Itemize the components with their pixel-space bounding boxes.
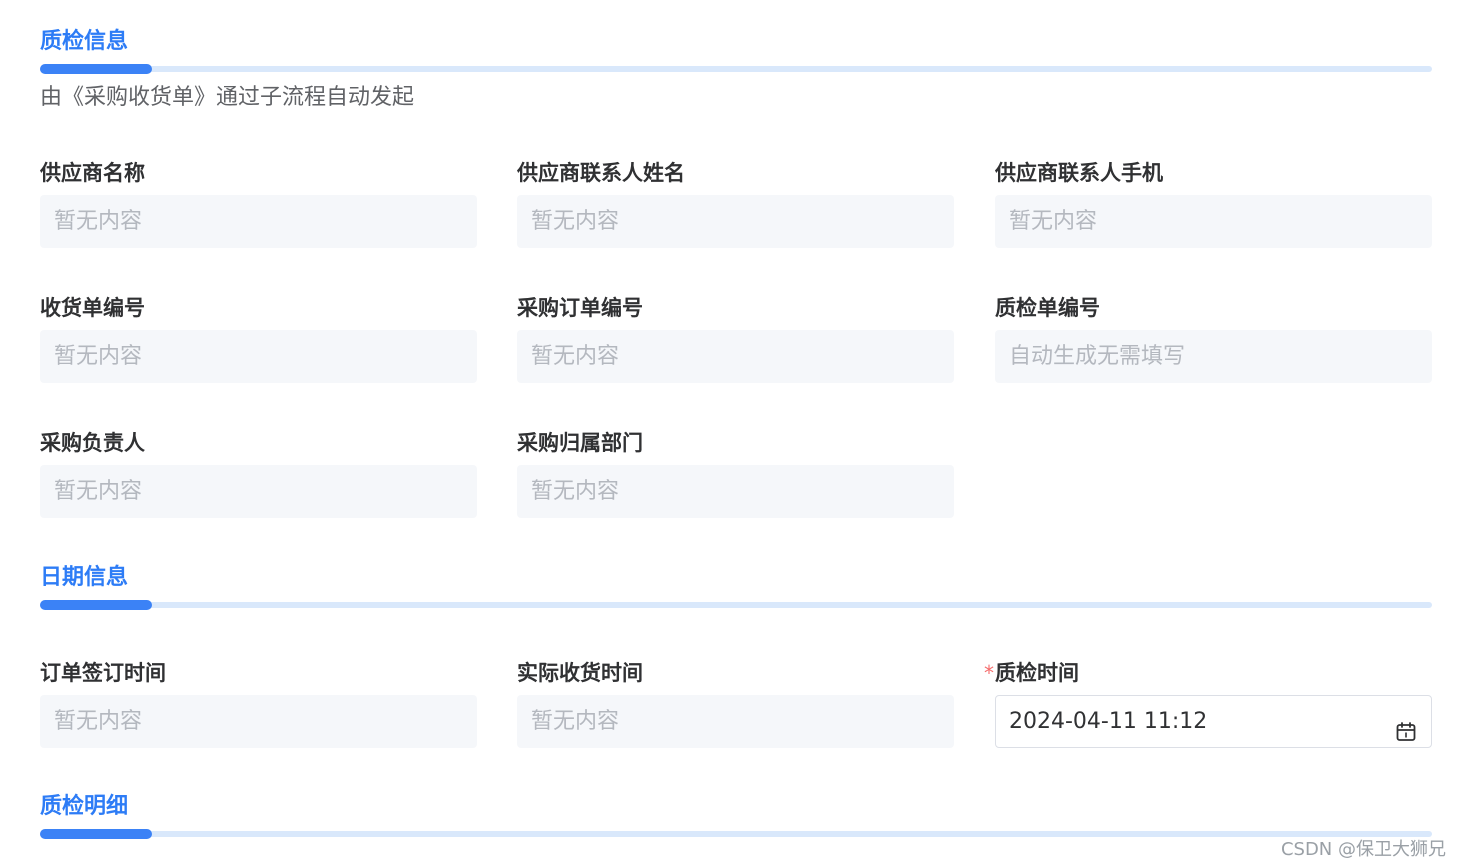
qc-time-value: 2024-04-11 11:12 [1009, 709, 1208, 734]
field-label: 实际收货时间 [517, 661, 643, 685]
field-label-text: 质检时间 [995, 661, 1079, 685]
order-sign-time-input: 暂无内容 [40, 695, 477, 748]
purchase-order-no-input: 暂无内容 [517, 330, 954, 383]
qc-no-input: 自动生成无需填写 [995, 330, 1432, 383]
calendar-icon[interactable] [1395, 711, 1417, 741]
supplier-name-input: 暂无内容 [40, 195, 477, 248]
field-label: 供应商联系人姓名 [517, 161, 685, 185]
section-description: 由《采购收货单》通过子流程自动发起 [40, 85, 415, 110]
field-label: 供应商联系人手机 [995, 161, 1163, 185]
section-divider [40, 66, 1432, 72]
section-divider-accent [40, 829, 152, 839]
actual-receipt-time-input: 暂无内容 [517, 695, 954, 748]
section-divider [40, 831, 1432, 837]
field-label: 采购负责人 [40, 431, 145, 455]
field-label: 收货单编号 [40, 296, 145, 320]
qc-time-datetime-picker[interactable]: 2024-04-11 11:12 [995, 695, 1432, 748]
receipt-no-input: 暂无内容 [40, 330, 477, 383]
field-label: 质检单编号 [995, 296, 1100, 320]
watermark: CSDN @保卫大狮兄 [1280, 839, 1446, 860]
supplier-contact-phone-input: 暂无内容 [995, 195, 1432, 248]
field-label: 采购归属部门 [517, 431, 643, 455]
section-title-date-info: 日期信息 [40, 565, 129, 590]
field-label: 订单签订时间 [40, 661, 166, 685]
section-divider [40, 602, 1432, 608]
section-title-qc-info: 质检信息 [40, 29, 129, 54]
required-asterisk: * [984, 661, 994, 685]
section-title-qc-detail: 质检明细 [40, 794, 129, 819]
supplier-contact-name-input: 暂无内容 [517, 195, 954, 248]
section-divider-accent [40, 600, 152, 610]
section-divider-accent [40, 64, 152, 74]
purchaser-input: 暂无内容 [40, 465, 477, 518]
qc-form-page: 质检信息 由《采购收货单》通过子流程自动发起 供应商名称 暂无内容 供应商联系人… [0, 0, 1462, 868]
field-label: 采购订单编号 [517, 296, 643, 320]
purchase-dept-input: 暂无内容 [517, 465, 954, 518]
field-label-qc-time: * 质检时间 [984, 659, 1079, 687]
field-label: 供应商名称 [40, 161, 145, 185]
